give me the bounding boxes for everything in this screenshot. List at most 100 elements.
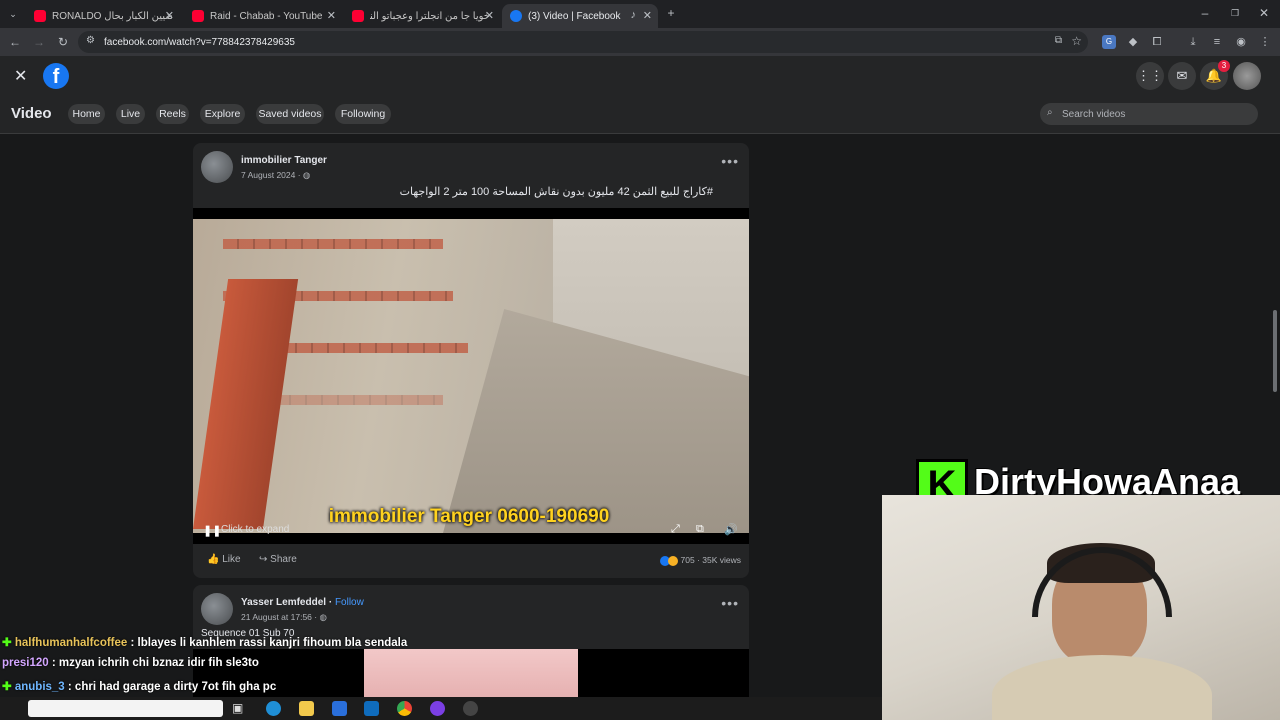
video-caption: immobilier Tanger 0600-190690 xyxy=(328,506,610,527)
post-date[interactable]: 21 August at 17:56 · ◍ xyxy=(241,612,327,623)
follow-button[interactable]: Follow xyxy=(335,597,364,608)
nav-home[interactable]: Home xyxy=(68,104,105,124)
audio-playing-icon[interactable]: ♪ xyxy=(631,9,637,21)
post-author[interactable]: immobilier Tanger xyxy=(241,155,327,166)
click-to-expand[interactable]: Click to expand xyxy=(221,524,289,535)
facebook-logo[interactable]: f xyxy=(43,63,69,89)
new-tab-icon[interactable]: + xyxy=(664,6,678,20)
post-date-text: 21 August at 17:56 · xyxy=(241,612,320,622)
nav-saved-videos[interactable]: Saved videos xyxy=(256,104,324,124)
facebook-header: ✕ f ⋮⋮ ✉ 🔔 3 xyxy=(0,56,1280,96)
task-view-icon[interactable]: ▣ xyxy=(232,701,247,716)
chrome-icon[interactable] xyxy=(397,701,412,716)
install-icon[interactable]: ⧉ xyxy=(1055,35,1062,46)
nav-following[interactable]: Following xyxy=(335,104,391,124)
tab-title: Raid - Chabab - YouTube xyxy=(210,10,323,22)
close-tab-icon[interactable]: ✕ xyxy=(327,9,336,22)
browser-tab-active[interactable]: (3) Video | Facebook ♪ ✕ xyxy=(502,4,658,28)
scrollbar-thumb[interactable] xyxy=(1273,310,1277,392)
pause-icon[interactable]: ❚❚ xyxy=(203,524,221,537)
video-player[interactable]: immobilier Tanger 0600-190690 ❚❚ Click t… xyxy=(193,208,749,544)
close-tab-icon[interactable]: ✕ xyxy=(165,9,174,22)
close-icon[interactable]: ✕ xyxy=(14,66,27,86)
minimize-icon[interactable]: – xyxy=(1198,6,1212,20)
back-icon[interactable]: ← xyxy=(8,35,22,49)
fullscreen-icon[interactable]: ⤢ xyxy=(671,523,680,536)
post-author-name[interactable]: Yasser Lemfeddel xyxy=(241,597,326,608)
forward-icon[interactable]: → xyxy=(32,35,46,49)
file-explorer-icon[interactable] xyxy=(299,701,314,716)
nav-explore[interactable]: Explore xyxy=(200,104,245,124)
video-scene-step xyxy=(223,239,443,249)
site-info-icon[interactable]: ⚙ xyxy=(86,35,95,46)
extension-diamond-icon[interactable]: ◆ xyxy=(1126,35,1140,49)
post-stats: 705 · 35K views xyxy=(660,555,741,566)
menu-grid-icon[interactable]: ⋮⋮ xyxy=(1136,62,1164,90)
browser-tab-2[interactable]: Raid - Chabab - YouTube ✕ xyxy=(184,4,342,28)
author-avatar[interactable] xyxy=(201,151,233,183)
post-actions-bar: 👍 Like ↪ Share 705 · 35K views xyxy=(193,544,749,578)
laugh-reaction-icon xyxy=(668,555,679,566)
reading-list-icon[interactable]: ≡ xyxy=(1210,35,1224,49)
search-videos-input[interactable]: ⌕ Search videos xyxy=(1040,103,1258,125)
browser-menu-icon[interactable]: ⋮ xyxy=(1258,35,1272,49)
webcam-feed xyxy=(882,495,1280,720)
nav-reels[interactable]: Reels xyxy=(156,104,189,124)
translate-extension-icon[interactable]: G xyxy=(1102,35,1116,49)
close-window-icon[interactable]: ✕ xyxy=(1257,6,1271,20)
video-frame[interactable]: immobilier Tanger 0600-190690 xyxy=(193,219,749,533)
account-avatar[interactable] xyxy=(1233,62,1261,90)
browser-tab-1[interactable]: RONALDO الرياضيين الكبار بحال... ✕ xyxy=(26,4,180,28)
globe-icon: ◍ xyxy=(319,612,327,622)
tab-title: خويا جا من انجلترا وعجباتو النجيلة xyxy=(370,10,490,22)
post-text: #كاراج للبيع الثمن 42 مليون بدون نقاش ال… xyxy=(399,186,713,198)
app-icon[interactable] xyxy=(430,701,445,716)
tab-search-icon[interactable]: ⌄ xyxy=(6,7,20,21)
like-label: Like xyxy=(222,554,241,565)
chat-message: presi120 : mzyan ichrih chi bznaz idir f… xyxy=(2,657,259,669)
nav-live[interactable]: Live xyxy=(116,104,145,124)
like-button[interactable]: 👍 Like xyxy=(207,554,241,565)
browser-tab-3[interactable]: خويا جا من انجلترا وعجباتو النجيلة ✕ xyxy=(344,4,500,28)
address-bar[interactable]: ⚙ facebook.com/watch?v=778842378429635 ⧉… xyxy=(78,31,1088,53)
post-author: Yasser Lemfeddel · Follow xyxy=(241,597,364,608)
download-icon[interactable]: ⤓ xyxy=(1186,35,1200,49)
volume-icon[interactable]: 🔊 xyxy=(724,523,738,536)
video-subnav: Video Home Live Reels Explore Saved vide… xyxy=(0,96,1280,134)
close-tab-icon[interactable]: ✕ xyxy=(643,9,652,22)
search-icon: ⌕ xyxy=(1047,107,1053,118)
obs-icon[interactable] xyxy=(463,701,478,716)
close-tab-icon[interactable]: ✕ xyxy=(485,9,494,22)
youtube-icon xyxy=(34,10,46,22)
extensions-puzzle-icon[interactable]: ⧠ xyxy=(1150,35,1164,49)
search-placeholder: Search videos xyxy=(1062,108,1126,120)
edge-icon[interactable] xyxy=(266,701,281,716)
post-date[interactable]: 7 August 2024 · ◍ xyxy=(241,170,310,181)
outlook-icon[interactable] xyxy=(364,701,379,716)
bookmark-star-icon[interactable]: ☆ xyxy=(1071,34,1082,48)
profile-icon[interactable]: ◉ xyxy=(1234,35,1248,49)
globe-icon: ◍ xyxy=(302,170,311,180)
page-scrollbar[interactable] xyxy=(1270,60,1280,496)
restore-icon[interactable]: ❐ xyxy=(1228,6,1242,20)
post-card: immobilier Tanger 7 August 2024 · ◍ ••• … xyxy=(193,143,749,208)
messenger-icon[interactable]: ✉ xyxy=(1168,62,1196,90)
chat-text: : chri had garage a dirty 7ot fih gha pc xyxy=(64,681,277,693)
notification-badge: 3 xyxy=(1218,60,1230,72)
author-avatar[interactable] xyxy=(201,593,233,625)
picture-in-picture-icon[interactable]: ⧉ xyxy=(696,523,704,536)
thumbs-up-icon: 👍 xyxy=(207,554,223,565)
page-title: Video xyxy=(11,105,52,122)
reaction-count[interactable]: 705 xyxy=(681,555,695,565)
share-button[interactable]: ↪ Share xyxy=(259,554,297,565)
more-options-icon[interactable]: ••• xyxy=(721,595,739,611)
windows-taskbar: ▣ xyxy=(0,697,882,720)
webcam-shirt xyxy=(992,655,1212,720)
reload-icon[interactable]: ↻ xyxy=(56,35,70,49)
chat-username: presi120 xyxy=(2,657,49,669)
url-text: facebook.com/watch?v=778842378429635 xyxy=(104,36,295,48)
store-icon[interactable] xyxy=(332,701,347,716)
more-options-icon[interactable]: ••• xyxy=(721,153,739,169)
chat-message: ✚ halfhumanhalfcoffee : lblayes li kanhl… xyxy=(2,635,407,649)
taskbar-search-box[interactable] xyxy=(28,700,223,717)
